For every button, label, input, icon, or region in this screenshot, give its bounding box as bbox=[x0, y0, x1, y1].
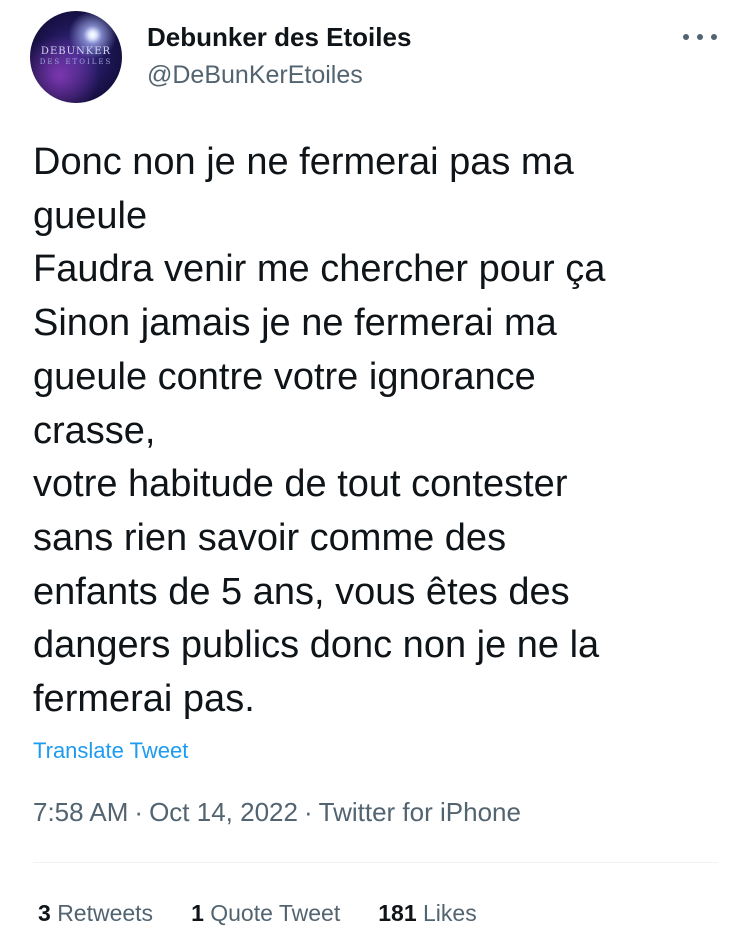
tweet-meta: 7:58 AM · Oct 14, 2022 · Twitter for iPhone bbox=[33, 796, 521, 828]
quote-tweets-stat[interactable]: 1 Quote Tweet bbox=[191, 898, 340, 928]
translate-tweet-link[interactable]: Translate Tweet bbox=[33, 737, 188, 765]
more-dot bbox=[697, 34, 703, 40]
avatar-logo-text: DEBUNKER bbox=[40, 46, 112, 57]
avatar-logo-subtext: DES ETOILES bbox=[39, 58, 113, 66]
quotes-label: Quote Tweet bbox=[210, 900, 341, 926]
more-options-icon[interactable] bbox=[680, 22, 720, 52]
likes-count: 181 bbox=[378, 900, 417, 926]
author-name[interactable]: Debunker des Etoiles bbox=[147, 22, 411, 52]
likes-label: Likes bbox=[423, 900, 477, 926]
retweets-count: 3 bbox=[38, 900, 51, 926]
quotes-count: 1 bbox=[191, 900, 204, 926]
likes-stat[interactable]: 181 Likes bbox=[378, 898, 476, 928]
tweet-source[interactable]: Twitter for iPhone bbox=[319, 797, 521, 827]
divider bbox=[33, 862, 718, 863]
tweet-time[interactable]: 7:58 AM bbox=[33, 797, 128, 827]
more-dot bbox=[683, 34, 689, 40]
meta-separator: · bbox=[134, 797, 144, 827]
tweet-stats: 3 Retweets 1 Quote Tweet 181 Likes bbox=[38, 898, 477, 928]
tweet-text: Donc non je ne fermerai pas ma gueule Fa… bbox=[33, 141, 606, 721]
retweets-stat[interactable]: 3 Retweets bbox=[38, 898, 153, 928]
meta-separator: · bbox=[303, 797, 313, 827]
author-handle[interactable]: @DeBunKerEtoiles bbox=[147, 60, 363, 90]
more-dot bbox=[711, 34, 717, 40]
tweet-date[interactable]: Oct 14, 2022 bbox=[149, 797, 298, 827]
avatar[interactable]: DEBUNKER DES ETOILES bbox=[30, 11, 122, 103]
retweets-label: Retweets bbox=[57, 900, 154, 926]
